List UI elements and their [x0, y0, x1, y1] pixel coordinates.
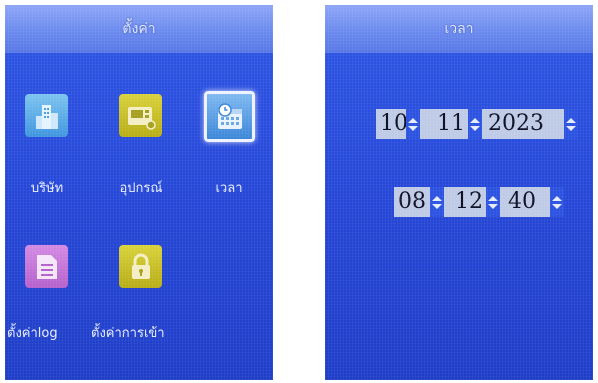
chevron-up-icon: [552, 195, 562, 201]
time-label: เวลา: [215, 181, 243, 196]
building-icon: [35, 104, 58, 129]
time-settings-screen: เวลา 10 11 2023 08 12 40: [325, 5, 593, 380]
chevron-down-icon: [488, 203, 498, 209]
chevron-up-icon: [408, 117, 418, 123]
lock-icon: [131, 253, 150, 279]
month-field[interactable]: 11: [420, 109, 468, 139]
hour-field[interactable]: 08: [394, 187, 430, 217]
second-field[interactable]: 40: [500, 187, 550, 217]
document-icon: [36, 254, 57, 279]
device-icon: [127, 106, 156, 130]
calendar-clock-icon: [217, 102, 242, 129]
month-spinner[interactable]: [468, 109, 482, 139]
chevron-down-icon: [470, 125, 480, 131]
access-settings-tile[interactable]: [119, 245, 162, 288]
second-spinner[interactable]: [550, 187, 564, 217]
chevron-up-icon: [488, 195, 498, 201]
log-settings-label: ตั้งค่าlog: [7, 326, 58, 341]
time-title-bar: เวลา: [325, 5, 593, 53]
day-spinner[interactable]: [406, 109, 420, 139]
minute-field[interactable]: 12: [444, 187, 486, 217]
time-tile[interactable]: [204, 91, 255, 142]
company-tile[interactable]: [25, 94, 68, 137]
chevron-up-icon: [432, 195, 442, 201]
chevron-down-icon: [552, 203, 562, 209]
chevron-down-icon: [408, 125, 418, 131]
log-settings-tile[interactable]: [25, 245, 68, 288]
device-label: อุปกรณ์: [119, 181, 163, 196]
year-field[interactable]: 2023: [482, 109, 564, 139]
chevron-up-icon: [470, 117, 480, 123]
access-settings-label: ตั้งค่าการเข้า: [91, 326, 165, 341]
chevron-down-icon: [566, 125, 576, 131]
chevron-down-icon: [432, 203, 442, 209]
minute-spinner[interactable]: [486, 187, 500, 217]
settings-screen: ตั้งค่า บริษัท อุปกรณ์ เวลา ตั้งค่าlog ต…: [5, 5, 273, 380]
hour-spinner[interactable]: [430, 187, 444, 217]
chevron-up-icon: [566, 117, 576, 123]
company-label: บริษัท: [30, 181, 64, 196]
settings-title-bar: ตั้งค่า: [5, 5, 273, 53]
device-tile[interactable]: [119, 94, 162, 137]
year-spinner[interactable]: [564, 109, 578, 139]
day-field[interactable]: 10: [376, 109, 408, 139]
